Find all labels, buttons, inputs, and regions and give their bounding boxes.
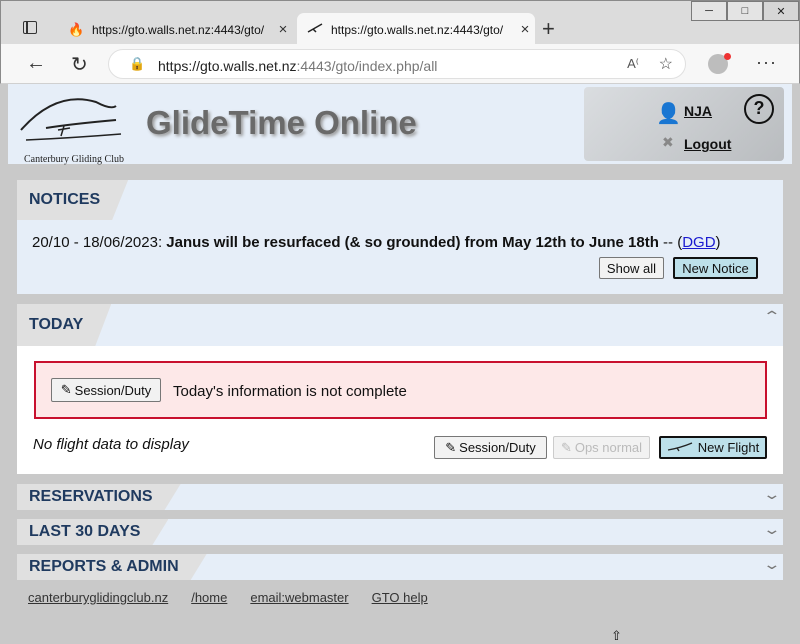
browser-toolbar: ← ↻ 🔒 https://gto.walls.net.nz:4443/gto/… [0, 44, 800, 84]
tab-title: https://gto.walls.net.nz:4443/gto/ [92, 22, 265, 37]
session-duty-button-2[interactable]: ✎ Session/Duty [434, 436, 547, 459]
ops-normal-button[interactable]: ✎ Ops normal [553, 436, 650, 459]
show-all-button[interactable]: Show all [599, 257, 664, 279]
reservations-heading: RESERVATIONS [17, 484, 181, 510]
maximize-icon[interactable]: □ [727, 1, 763, 21]
address-bar[interactable]: 🔒 https://gto.walls.net.nz:4443/gto/inde… [108, 49, 686, 79]
favorites-add-icon[interactable]: ☆ [659, 54, 673, 74]
back-arrow-icon[interactable]: ← [26, 52, 46, 75]
chevron-up-icon[interactable]: ⌃ [763, 308, 782, 325]
session-duty-button[interactable]: ✎ Session/Duty [51, 378, 161, 402]
minimize-icon[interactable]: ─ [691, 1, 727, 21]
new-flight-button[interactable]: New Flight [659, 436, 767, 459]
footer-link-webmaster[interactable]: email:webmaster [250, 590, 348, 605]
app-title: GlideTime Online [146, 104, 417, 141]
today-heading: TODAY [17, 304, 111, 346]
close-window-icon[interactable]: ✕ [763, 1, 799, 21]
profile-avatar-icon[interactable] [708, 53, 731, 74]
footer-link-club[interactable]: canterburyglidingclub.nz [28, 590, 168, 605]
alert-text: Today's information is not complete [173, 383, 407, 400]
chevron-down-icon[interactable]: ⌄ [763, 556, 782, 573]
browser-tab[interactable]: 🔥 https://gto.walls.net.nz:4443/gto/ × [58, 13, 293, 46]
today-header[interactable]: TODAY ⌃ [17, 304, 783, 346]
site-header: Canterbury Gliding Club GlideTime Online… [8, 84, 792, 165]
notice-author-link[interactable]: DGD [682, 234, 715, 251]
pencil-icon: ✎ [445, 439, 457, 455]
club-logo[interactable]: Canterbury Gliding Club [16, 90, 126, 165]
last-30-days-section[interactable]: LAST 30 DAYS ⌄ [17, 519, 783, 545]
footer-link-home[interactable]: /home [191, 590, 227, 605]
url-text[interactable]: https://gto.walls.net.nz:4443/gto/index.… [158, 58, 437, 74]
reports-admin-heading: REPORTS & ADMIN [17, 554, 207, 580]
new-tab-icon[interactable]: + [542, 16, 555, 42]
user-panel: 👤 NJA ✖ Logout ? [584, 87, 784, 161]
incomplete-info-alert: ✎ Session/Duty Today's information is no… [34, 361, 767, 419]
glider-icon [667, 440, 693, 455]
close-tab-icon[interactable]: × [273, 21, 293, 38]
user-icon: 👤 [656, 103, 681, 125]
last-30-days-heading: LAST 30 DAYS [17, 519, 168, 545]
page: Canterbury Gliding Club GlideTime Online… [8, 84, 792, 644]
footer-link-help[interactable]: GTO help [372, 590, 428, 605]
tab-title: https://gto.walls.net.nz:4443/gto/ [331, 22, 504, 37]
pencil-icon: ✎ [60, 382, 72, 397]
notices-header: NOTICES [17, 180, 783, 220]
browser-tabstrip: 🔥 https://gto.walls.net.nz:4443/gto/ × h… [0, 0, 800, 46]
logo-text: Canterbury Gliding Club [24, 154, 124, 165]
notice-item: 20/10 - 18/06/2023: Janus will be resurf… [32, 234, 721, 251]
glider-icon [307, 22, 323, 37]
footer: canterburyglidingclub.nz /home email:web… [28, 590, 428, 605]
logout-link[interactable]: Logout [684, 136, 731, 152]
lock-icon[interactable]: 🔒 [129, 56, 145, 72]
more-menu-icon[interactable]: ··· [756, 52, 777, 73]
pencil-icon: ✎ [560, 439, 572, 455]
reload-icon[interactable]: ↻ [71, 52, 88, 77]
user-link[interactable]: NJA [684, 103, 712, 119]
browser-tab-active[interactable]: https://gto.walls.net.nz:4443/gto/ × [297, 13, 535, 46]
window-controls: ─ □ ✕ [691, 1, 799, 21]
logout-icon: ✖ [662, 134, 674, 150]
window-menu-icon[interactable] [23, 21, 37, 34]
flame-icon: 🔥 [68, 21, 85, 37]
new-notice-button[interactable]: New Notice [673, 257, 758, 279]
no-flight-text: No flight data to display [33, 436, 189, 453]
notices-section: NOTICES 20/10 - 18/06/2023: Janus will b… [17, 180, 783, 294]
chevron-down-icon[interactable]: ⌄ [763, 521, 782, 538]
mouse-cursor-icon: ⇧ [611, 628, 622, 643]
reports-admin-section[interactable]: REPORTS & ADMIN ⌄ [17, 554, 783, 580]
help-icon[interactable]: ? [744, 94, 774, 124]
today-section: TODAY ⌃ ✎ Session/Duty Today's informati… [17, 304, 783, 474]
reservations-section[interactable]: RESERVATIONS ⌄ [17, 484, 783, 510]
close-tab-icon[interactable]: × [515, 21, 535, 38]
notices-heading: NOTICES [17, 180, 128, 220]
read-aloud-icon[interactable]: A⁽ [627, 56, 639, 72]
chevron-down-icon[interactable]: ⌄ [763, 486, 782, 503]
